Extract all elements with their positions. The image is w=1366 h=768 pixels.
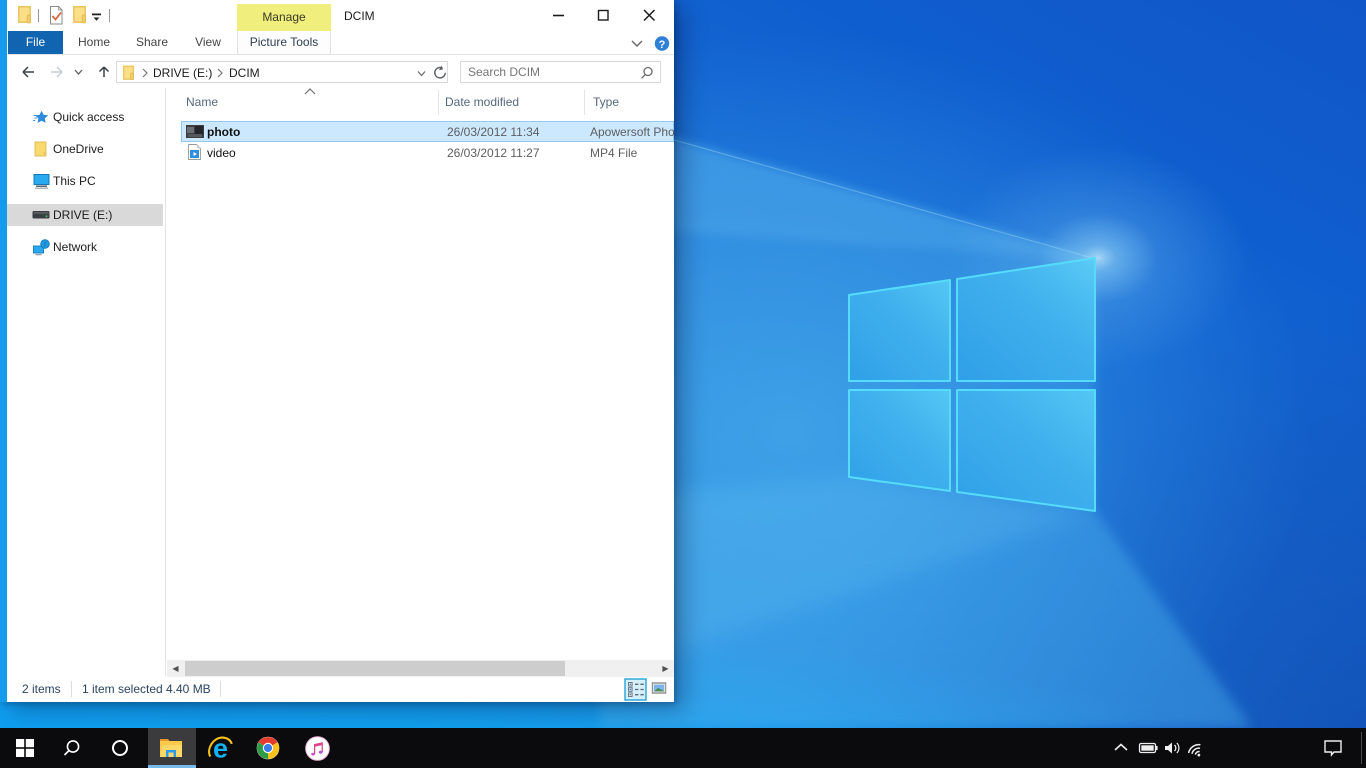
svg-text:?: ? [659, 39, 666, 51]
